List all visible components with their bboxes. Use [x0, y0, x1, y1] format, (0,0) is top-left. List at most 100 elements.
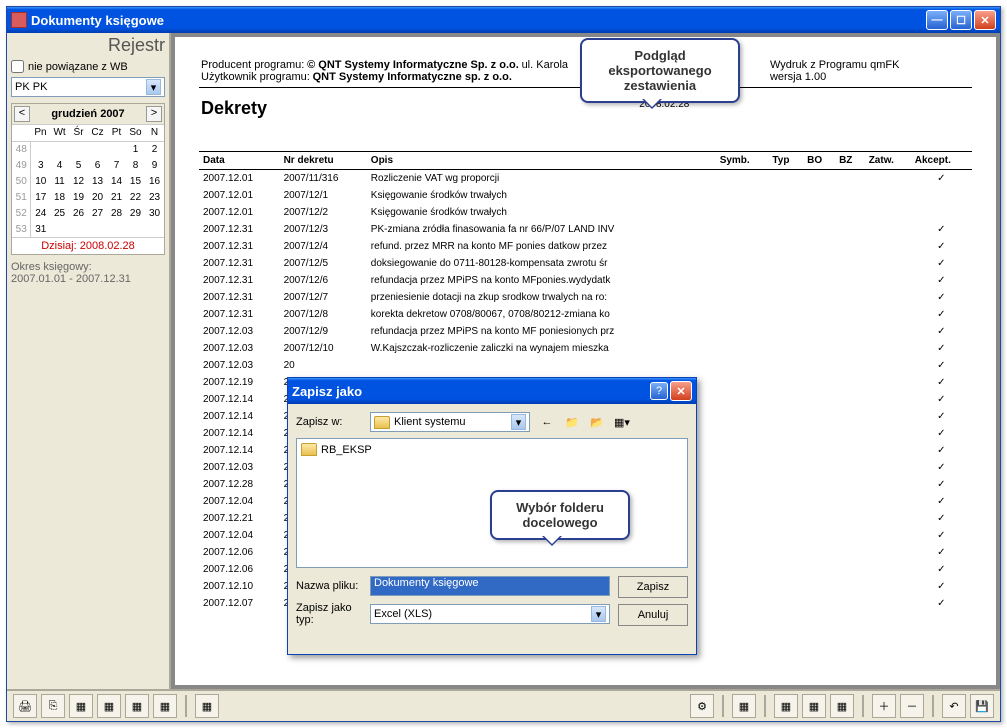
app-icon: [11, 12, 27, 28]
calendar-grid[interactable]: PnWtŚrCzPtSoN 48124934567895010111213141…: [12, 125, 164, 237]
tool-btn-r1[interactable]: ⚙: [690, 694, 714, 718]
table-row[interactable]: 2007.12.312007/12/7przeniesienie dotacji…: [199, 289, 972, 306]
calendar-day[interactable]: [88, 221, 107, 237]
export-button[interactable]: ⎘: [41, 694, 65, 718]
chevron-down-icon: ▾: [591, 606, 606, 622]
calendar-day[interactable]: 16: [145, 173, 164, 189]
tool-btn-r4[interactable]: ▦: [802, 694, 826, 718]
calendar-day[interactable]: 24: [31, 205, 50, 221]
save-in-combo[interactable]: Klient systemu ▾: [370, 412, 530, 432]
calendar-day[interactable]: 12: [69, 173, 88, 189]
calendar-day[interactable]: 17: [31, 189, 50, 205]
calendar-day[interactable]: 9: [145, 157, 164, 173]
calendar-day[interactable]: 3: [31, 157, 50, 173]
calendar-day[interactable]: [145, 221, 164, 237]
tool-btn-6[interactable]: ▦: [153, 694, 177, 718]
calendar-day[interactable]: 8: [126, 157, 145, 173]
calendar-day[interactable]: [50, 221, 69, 237]
calendar-day[interactable]: 22: [126, 189, 145, 205]
table-row[interactable]: 2007.12.312007/12/5doksiegowanie do 0711…: [199, 255, 972, 272]
calendar-day[interactable]: 7: [107, 157, 126, 173]
titlebar[interactable]: Dokumenty księgowe — ☐ ✕: [7, 7, 1000, 33]
tool-btn-5[interactable]: ▦: [125, 694, 149, 718]
page-title: Dekrety: [201, 98, 637, 119]
folder-item[interactable]: RB_EKSP: [301, 443, 683, 456]
calendar-day[interactable]: 6: [88, 157, 107, 173]
calendar-day[interactable]: 21: [107, 189, 126, 205]
table-row[interactable]: 2007.12.312007/12/6refundacja przez MPiP…: [199, 272, 972, 289]
table-row[interactable]: 2007.12.032007/12/10W.Kajszczak-rozlicze…: [199, 340, 972, 357]
period-label: Okres księgowy:: [11, 261, 165, 273]
tool-btn-r5[interactable]: ▦: [830, 694, 854, 718]
calendar-day[interactable]: 14: [107, 173, 126, 189]
cancel-button[interactable]: Anuluj: [618, 604, 688, 626]
calendar-day[interactable]: 19: [69, 189, 88, 205]
calendar-day[interactable]: 27: [88, 205, 107, 221]
save-button[interactable]: 💾: [970, 694, 994, 718]
calendar-day[interactable]: [31, 141, 50, 157]
table-row[interactable]: 2007.12.312007/12/3PK-zmiana zródła fina…: [199, 221, 972, 238]
calendar-day[interactable]: 13: [88, 173, 107, 189]
tool-btn-r2[interactable]: ▦: [732, 694, 756, 718]
print-button[interactable]: 🖨: [13, 694, 37, 718]
table-row[interactable]: 2007.12.0320✓: [199, 357, 972, 374]
tool-btn-4[interactable]: ▦: [97, 694, 121, 718]
new-folder-button[interactable]: 📂: [586, 412, 608, 432]
calendar-day[interactable]: [107, 221, 126, 237]
calendar-day[interactable]: 5: [69, 157, 88, 173]
wb-checkbox-label: nie powiązane z WB: [28, 61, 128, 73]
view-button[interactable]: ▦▾: [611, 412, 633, 432]
tool-btn-7[interactable]: ▦: [195, 694, 219, 718]
add-button[interactable]: ＋: [872, 694, 896, 718]
calendar-day[interactable]: 29: [126, 205, 145, 221]
calendar-day[interactable]: 2: [145, 141, 164, 157]
calendar-day[interactable]: 15: [126, 173, 145, 189]
back-button[interactable]: ←: [536, 412, 558, 432]
filetype-combo[interactable]: Excel (XLS) ▾: [370, 604, 610, 624]
table-row[interactable]: 2007.12.032007/12/9refundacja przez MPiP…: [199, 323, 972, 340]
chevron-down-icon: ▾: [146, 79, 161, 95]
cal-title: grudzień 2007: [51, 108, 124, 120]
calendar-day[interactable]: 20: [88, 189, 107, 205]
dialog-close-button[interactable]: ✕: [670, 381, 692, 401]
table-row[interactable]: 2007.12.012007/12/1Księgowanie środków t…: [199, 187, 972, 204]
table-row[interactable]: 2007.12.312007/12/4refund. przez MRR na …: [199, 238, 972, 255]
table-row[interactable]: 2007.12.012007/11/316Rozliczenie VAT wg …: [199, 170, 972, 188]
undo-button[interactable]: ↶: [942, 694, 966, 718]
table-row[interactable]: 2007.12.312007/12/8korekta dekretow 0708…: [199, 306, 972, 323]
register-combo[interactable]: PK PK ▾: [11, 77, 165, 97]
calendar-day[interactable]: [126, 221, 145, 237]
tooltip-folder: Wybór folderu docelowego: [490, 490, 630, 540]
wb-checkbox[interactable]: [11, 60, 24, 73]
save-button[interactable]: Zapisz: [618, 576, 688, 598]
calendar-day[interactable]: 31: [31, 221, 50, 237]
cal-next-button[interactable]: >: [146, 106, 162, 122]
calendar-day[interactable]: 25: [50, 205, 69, 221]
calendar-day[interactable]: [69, 221, 88, 237]
calendar-day[interactable]: 1: [126, 141, 145, 157]
table-row[interactable]: 2007.12.012007/12/2Księgowanie środków t…: [199, 204, 972, 221]
help-button[interactable]: ?: [650, 382, 668, 400]
tool-btn-r3[interactable]: ▦: [774, 694, 798, 718]
calendar-day[interactable]: 18: [50, 189, 69, 205]
cal-today[interactable]: Dzisiaj: 2008.02.28: [12, 237, 164, 254]
calendar-day[interactable]: [50, 141, 69, 157]
calendar-day[interactable]: 28: [107, 205, 126, 221]
close-button[interactable]: ✕: [974, 10, 996, 30]
maximize-button[interactable]: ☐: [950, 10, 972, 30]
calendar-day[interactable]: [107, 141, 126, 157]
calendar-day[interactable]: [88, 141, 107, 157]
remove-button[interactable]: －: [900, 694, 924, 718]
cal-prev-button[interactable]: <: [14, 106, 30, 122]
tool-btn-3[interactable]: ▦: [69, 694, 93, 718]
calendar-day[interactable]: [69, 141, 88, 157]
calendar-day[interactable]: 10: [31, 173, 50, 189]
calendar-day[interactable]: 30: [145, 205, 164, 221]
up-button[interactable]: 📁: [561, 412, 583, 432]
filename-input[interactable]: Dokumenty księgowe: [370, 576, 610, 596]
calendar-day[interactable]: 11: [50, 173, 69, 189]
calendar-day[interactable]: 23: [145, 189, 164, 205]
calendar-day[interactable]: 4: [50, 157, 69, 173]
calendar-day[interactable]: 26: [69, 205, 88, 221]
minimize-button[interactable]: —: [926, 10, 948, 30]
